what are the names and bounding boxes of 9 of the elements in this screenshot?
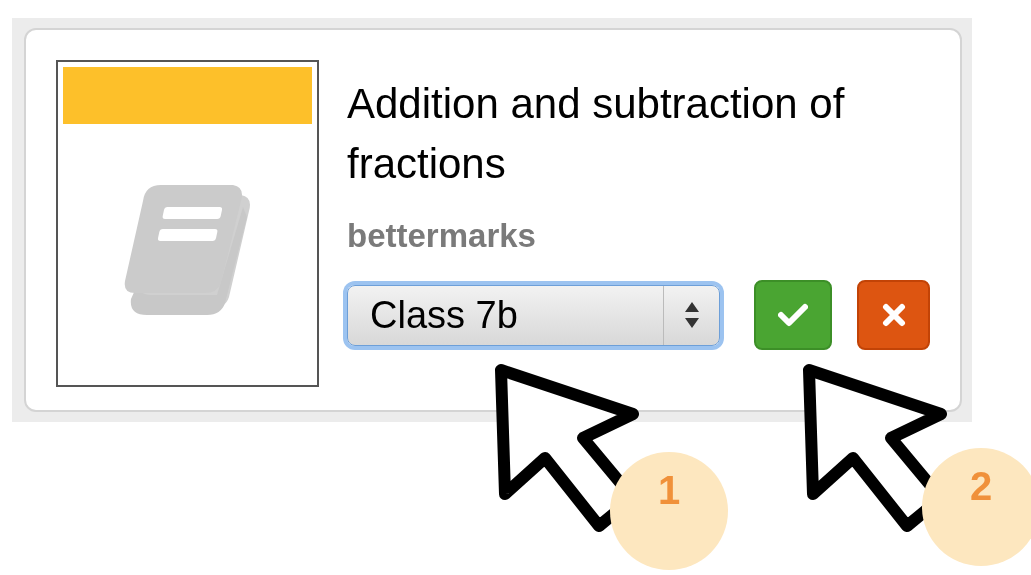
step-badge: 2 — [922, 448, 1031, 566]
course-title: Addition and subtraction of fractions — [347, 79, 846, 189]
step-badge: 1 — [610, 452, 728, 570]
check-icon — [778, 303, 808, 327]
close-icon — [881, 303, 906, 327]
confirm-button[interactable] — [754, 280, 832, 350]
up-down-arrows-icon — [683, 300, 700, 330]
publisher-name: bettermarks — [347, 216, 537, 256]
cancel-button[interactable] — [857, 280, 930, 350]
